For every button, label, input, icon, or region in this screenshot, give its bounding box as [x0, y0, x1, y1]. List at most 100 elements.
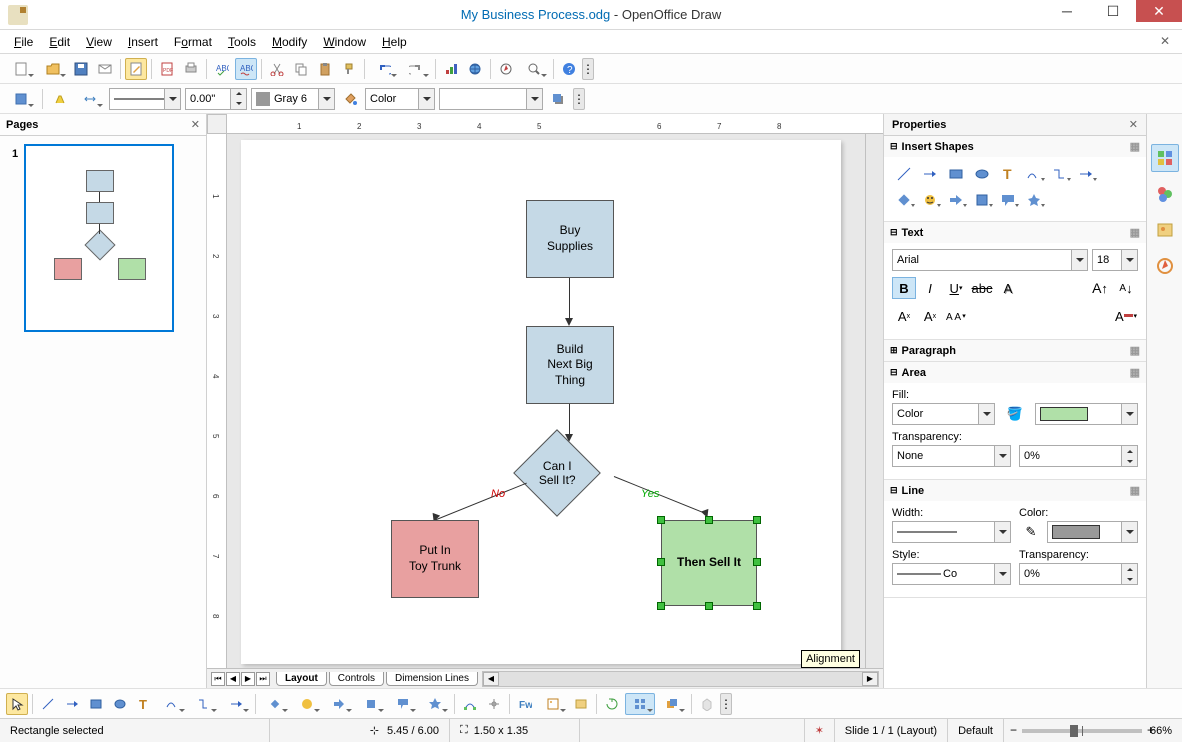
zoom-slider[interactable]: − + — [1022, 729, 1142, 733]
new-button[interactable] — [6, 58, 36, 80]
open-button[interactable] — [38, 58, 68, 80]
arrange-tool[interactable] — [657, 693, 687, 715]
toolbar2-overflow[interactable]: ⋮ — [573, 88, 585, 110]
sidetab-navigator[interactable] — [1151, 252, 1179, 280]
drawing-page[interactable]: Buy Supplies Build Next Big Thing Can I … — [241, 140, 841, 664]
shape-symbol[interactable] — [918, 189, 942, 211]
line-transparency-spinner[interactable]: 0% — [1019, 563, 1138, 585]
line-color-combo[interactable]: Gray 6 — [251, 88, 335, 110]
shape-text[interactable]: T — [996, 163, 1020, 185]
zoom-control[interactable]: − + 66% — [1004, 719, 1182, 742]
fontwork-tool[interactable]: Fw — [514, 693, 536, 715]
menu-insert[interactable]: Insert — [122, 33, 164, 51]
spellcheck-button[interactable]: ABC — [211, 58, 233, 80]
autospell-button[interactable]: ABC — [235, 58, 257, 80]
sidetab-properties[interactable] — [1151, 144, 1179, 172]
fill-bucket-icon[interactable]: 🪣 — [1003, 403, 1027, 425]
arrow-yes[interactable] — [614, 476, 707, 514]
menu-file[interactable]: File — [8, 33, 39, 51]
fill-type-combo[interactable]: Color — [365, 88, 435, 110]
horizontal-scrollbar[interactable]: ◀ ▶ Alignment — [482, 671, 879, 687]
edit-file-button[interactable] — [125, 58, 147, 80]
superscript-button[interactable]: Ax — [892, 305, 916, 327]
line-style-combo2[interactable]: Co — [892, 563, 1011, 585]
italic-button[interactable]: I — [918, 277, 942, 299]
undo-button[interactable] — [369, 58, 399, 80]
font-name-combo[interactable]: Arial — [892, 249, 1088, 271]
rotate-tool[interactable] — [601, 693, 623, 715]
extrusion-tool[interactable] — [696, 693, 718, 715]
alignment-tool[interactable] — [625, 693, 655, 715]
transparency-type-combo[interactable]: None — [892, 445, 1011, 467]
font-size-combo[interactable]: 18 — [1092, 249, 1138, 271]
menu-tools[interactable]: Tools — [222, 33, 262, 51]
tab-dimension-lines[interactable]: Dimension Lines — [386, 672, 478, 686]
gluepoints-tool[interactable] — [483, 693, 505, 715]
font-color-button[interactable]: A▾ — [1114, 305, 1138, 327]
fill-type-combo2[interactable]: Color — [892, 403, 995, 425]
copy-button[interactable] — [290, 58, 312, 80]
pages-content[interactable]: 1 — [0, 136, 206, 688]
shape-connector[interactable] — [1048, 163, 1072, 185]
subscript-button[interactable]: Ax — [918, 305, 942, 327]
points-tool[interactable] — [459, 693, 481, 715]
menu-view[interactable]: View — [80, 33, 118, 51]
close-button[interactable]: ✕ — [1136, 0, 1182, 22]
fill-color-combo2[interactable] — [1035, 403, 1138, 425]
tab-first[interactable]: ⏮ — [211, 672, 225, 686]
basic-shapes-tool[interactable] — [260, 693, 290, 715]
tab-last[interactable]: ⏭ — [256, 672, 270, 686]
flowchart-box-build[interactable]: Build Next Big Thing — [526, 326, 614, 404]
menu-modify[interactable]: Modify — [266, 33, 313, 51]
shape-star[interactable] — [1022, 189, 1046, 211]
shape-curve[interactable] — [1022, 163, 1046, 185]
pdf-button[interactable]: PDF — [156, 58, 178, 80]
shape-arrow[interactable] — [918, 163, 942, 185]
minimize-button[interactable]: ─ — [1044, 0, 1090, 22]
from-file-tool[interactable] — [538, 693, 568, 715]
menu-edit[interactable]: Edit — [43, 33, 76, 51]
paste-button[interactable] — [314, 58, 336, 80]
vertical-scrollbar[interactable] — [865, 134, 883, 668]
toolbar-overflow[interactable]: ⋮ — [582, 58, 594, 80]
line-style-combo[interactable] — [109, 88, 181, 110]
maximize-button[interactable]: ☐ — [1090, 0, 1136, 22]
shape-basic[interactable] — [892, 189, 916, 211]
save-button[interactable] — [70, 58, 92, 80]
rect-tool[interactable] — [85, 693, 107, 715]
email-button[interactable] — [94, 58, 116, 80]
line-width-spinner[interactable]: 0.00" — [185, 88, 247, 110]
decrease-font-button[interactable]: A↓ — [1114, 277, 1138, 299]
print-button[interactable] — [180, 58, 202, 80]
arrow-2[interactable] — [569, 404, 570, 436]
shape-flowchart[interactable] — [970, 189, 994, 211]
menu-window[interactable]: Window — [317, 33, 372, 51]
bold-button[interactable]: B — [892, 277, 916, 299]
callout-tool[interactable] — [388, 693, 418, 715]
line-color-combo2[interactable] — [1047, 521, 1138, 543]
flowchart-box-toy-trunk[interactable]: Put In Toy Trunk — [391, 520, 479, 598]
close-doc-button[interactable]: ✕ — [1160, 34, 1170, 48]
text-tool[interactable]: T — [133, 693, 155, 715]
line-tool[interactable] — [37, 693, 59, 715]
arrow-style-button[interactable] — [6, 88, 36, 110]
arrow-1[interactable] — [569, 278, 570, 320]
menu-help[interactable]: Help — [376, 33, 413, 51]
star-tool[interactable] — [420, 693, 450, 715]
pages-close-icon[interactable]: ✕ — [191, 118, 200, 131]
drawing-toolbar-overflow[interactable]: ⋮ — [720, 693, 732, 715]
shape-rect[interactable] — [944, 163, 968, 185]
increase-font-button[interactable]: A↑ — [1088, 277, 1112, 299]
vertical-ruler[interactable]: 1 2 3 4 5 6 7 8 — [207, 134, 227, 668]
sidetab-gallery[interactable] — [1151, 216, 1179, 244]
tab-prev[interactable]: ◀ — [226, 672, 240, 686]
shape-lines-arrows[interactable] — [1074, 163, 1098, 185]
shadow-button[interactable] — [547, 88, 569, 110]
tab-controls[interactable]: Controls — [329, 672, 384, 686]
zoom-button[interactable] — [519, 58, 549, 80]
properties-close-icon[interactable]: ✕ — [1129, 118, 1138, 131]
curve-tool[interactable] — [157, 693, 187, 715]
shape-ellipse[interactable] — [970, 163, 994, 185]
redo-button[interactable] — [401, 58, 431, 80]
shape-line[interactable] — [892, 163, 916, 185]
